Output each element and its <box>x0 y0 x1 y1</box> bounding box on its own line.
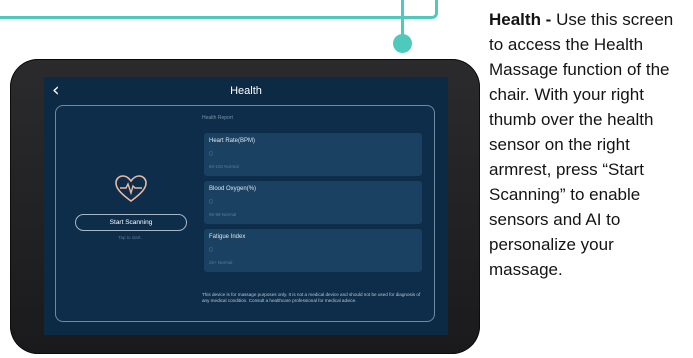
tap-hint: Tap to start. <box>118 235 142 240</box>
callout-dot <box>393 34 412 53</box>
metric-value: 0 <box>209 151 213 158</box>
section-label: Health Report <box>202 115 233 121</box>
metric-card-blood-oxygen: Blood Oxygen(%) 0 95-99 Normal <box>204 181 422 224</box>
health-screen: ‹ Health Health Report Start Scanning Ta… <box>44 77 448 335</box>
description-body: Use this screen to access the Health Mas… <box>489 10 674 279</box>
description-heading: Health - <box>489 10 552 29</box>
callout-frame <box>0 0 438 19</box>
metric-value: 0 <box>209 247 213 254</box>
health-panel: Health Report Start Scanning Tap to star… <box>55 105 435 322</box>
metric-card-heart-rate: Heart Rate(BPM) 0 60-100 Normal <box>204 133 422 176</box>
description-text: Health - Use this screen to access the H… <box>489 7 689 282</box>
metric-range: 25+ Normal <box>209 260 233 265</box>
metric-name: Blood Oxygen(%) <box>209 186 257 192</box>
metric-name: Heart Rate(BPM) <box>209 138 256 144</box>
start-scanning-button[interactable]: Start Scanning <box>75 214 187 231</box>
disclaimer-text: This device is for massage purposes only… <box>202 292 421 303</box>
metric-name: Fatigue Index <box>209 234 246 240</box>
metric-range: 95-99 Normal <box>209 212 237 217</box>
page-title: Health <box>230 85 262 97</box>
heart-pulse-icon <box>115 175 147 202</box>
metric-card-fatigue-index: Fatigue Index 0 25+ Normal <box>204 229 422 272</box>
metric-value: 0 <box>209 199 213 206</box>
metric-range: 60-100 Normal <box>209 164 239 169</box>
